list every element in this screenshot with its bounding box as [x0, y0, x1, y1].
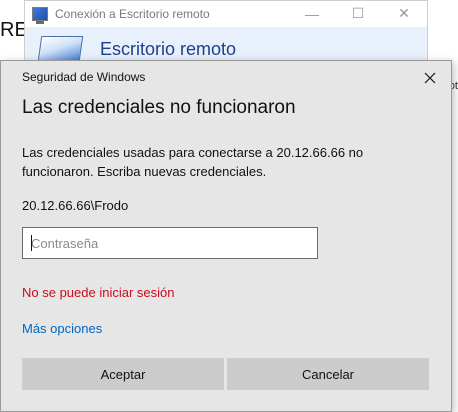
- remote-desktop-icon: [32, 6, 48, 24]
- minimize-icon[interactable]: —: [289, 1, 335, 26]
- rdc-window-title: Conexión a Escritorio remoto: [55, 6, 210, 21]
- rdc-header: Escritorio remoto: [25, 27, 427, 68]
- rdc-header-title: Escritorio remoto: [100, 39, 237, 59]
- maximize-icon[interactable]: ☐: [335, 1, 381, 26]
- password-field[interactable]: [22, 227, 318, 259]
- text-caret: [31, 235, 32, 251]
- cancel-button[interactable]: Cancelar: [227, 358, 429, 390]
- dialog-caption: Seguridad de Windows: [22, 70, 146, 84]
- dialog-close-button[interactable]: [415, 65, 445, 91]
- more-options-link[interactable]: Más opciones: [22, 321, 102, 336]
- ok-button[interactable]: Aceptar: [22, 358, 224, 390]
- username-label: 20.12.66.66\Frodo: [22, 198, 129, 213]
- close-icon[interactable]: ✕: [381, 1, 427, 26]
- remote-desktop-window: Conexión a Escritorio remoto — ☐ ✕ Escri…: [24, 0, 428, 68]
- windows-security-dialog: Seguridad de Windows Las credenciales no…: [0, 60, 452, 412]
- dialog-message: Las credenciales usadas para conectarse …: [22, 145, 364, 179]
- rdc-window-controls: — ☐ ✕: [289, 1, 427, 26]
- close-icon: [424, 72, 436, 84]
- rdc-titlebar[interactable]: Conexión a Escritorio remoto — ☐ ✕: [25, 1, 427, 26]
- dialog-heading: Las credenciales no funcionaron: [22, 97, 296, 118]
- error-message: No se puede iniciar sesión: [22, 285, 175, 300]
